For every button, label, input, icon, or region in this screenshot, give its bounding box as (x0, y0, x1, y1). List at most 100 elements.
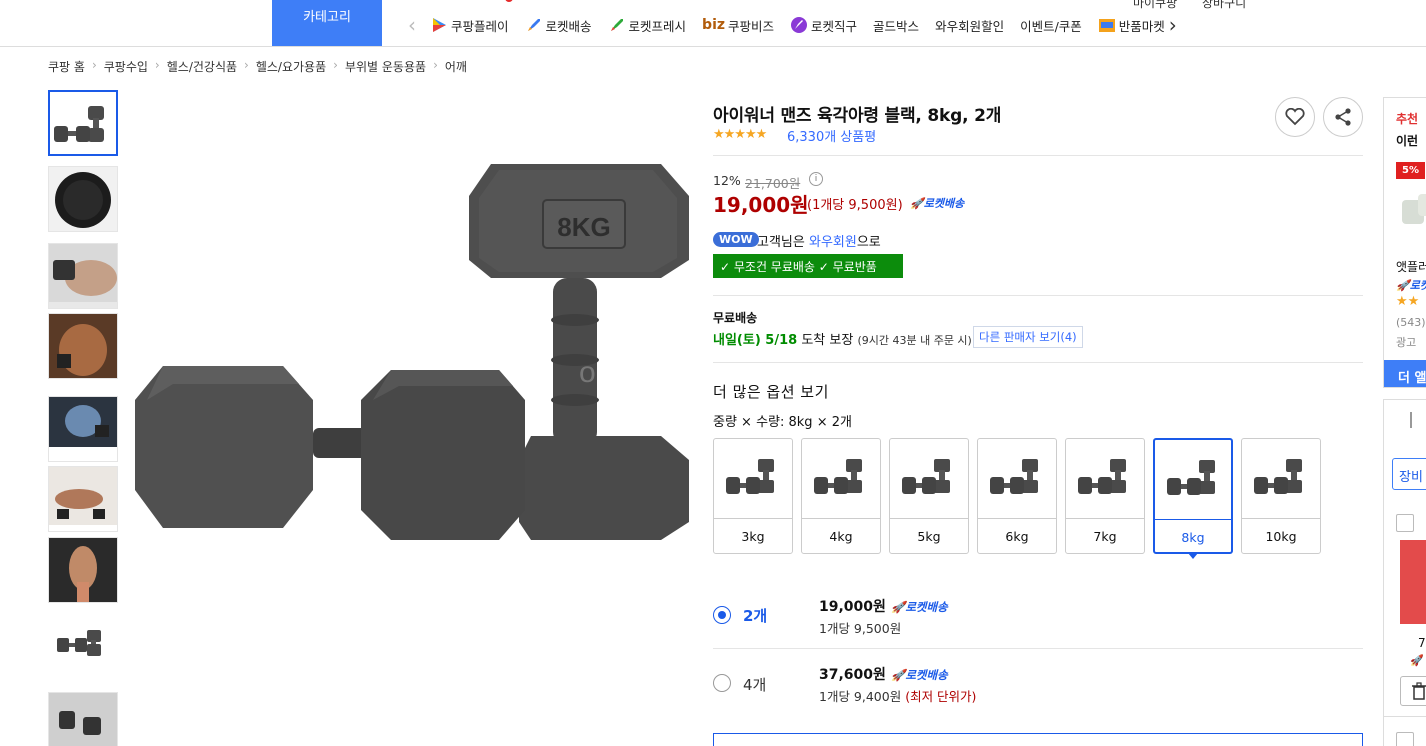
nav-item-rocket-fresh[interactable]: 로켓프레시 (608, 16, 686, 35)
cart-button[interactable]: 장비 (1392, 458, 1426, 490)
rec-item-name[interactable]: 앳플러 (1396, 258, 1426, 275)
rec-item-image[interactable] (1398, 190, 1426, 234)
cart-link[interactable]: 장바구니 (1202, 0, 1246, 11)
divider (713, 362, 1363, 363)
nav-item-rocket-delivery[interactable]: 로켓배송 (525, 16, 592, 35)
thumbnail-8[interactable] (48, 613, 118, 679)
share-icon (1335, 108, 1351, 126)
weight-option-6kg[interactable]: 6kg (977, 438, 1057, 554)
share-button[interactable] (1323, 97, 1363, 137)
more-recommend-button[interactable]: 더 앨 (1384, 360, 1426, 387)
thumbnail-6[interactable] (48, 466, 118, 532)
dumbbell-thumb-image (54, 106, 104, 142)
nav-item-goldbox[interactable]: 골드박스 (873, 16, 919, 35)
rocket-label: 로켓배송 (923, 197, 965, 210)
nav-item-rocket-global[interactable]: 로켓직구 (790, 16, 857, 35)
cart-item-image[interactable] (1400, 540, 1426, 624)
thumbnail-4[interactable] (48, 313, 118, 379)
wow-badge: WOW (713, 232, 759, 247)
weight-option-4kg[interactable]: 4kg (801, 438, 881, 554)
globe-rocket-icon (790, 16, 808, 34)
more-options-heading: 더 많은 옵션 보기 (713, 383, 829, 401)
rocket-delivery-badge: 🚀로켓배송 (891, 668, 948, 682)
discount-rate: 12% (713, 173, 741, 188)
nav-item-wow-discount[interactable]: 와우회원할인 (935, 16, 1004, 35)
breadcrumb-item[interactable]: 어깨 (445, 58, 467, 75)
wow-member-link[interactable]: 와우회원 (809, 235, 857, 250)
weight-option-3kg[interactable]: 3kg (713, 438, 793, 554)
thumbnail-7[interactable] (48, 537, 118, 603)
review-count-link[interactable]: 6,330개 상품평 (787, 126, 876, 145)
breadcrumb-item[interactable]: 부위별 운동용품 (345, 58, 426, 75)
weight-option-5kg[interactable]: 5kg (889, 438, 969, 554)
divider (713, 648, 1363, 649)
arm-lifting-image (49, 244, 117, 302)
unit-price-text: 1개당 9,400원 (819, 689, 902, 704)
weight-option-7kg[interactable]: 7kg (1065, 438, 1145, 554)
shipping-label: 무료배송 (713, 311, 758, 325)
dumbbell-top-image (55, 172, 111, 228)
thumbnail-2[interactable] (48, 166, 118, 232)
thumbnail-3[interactable] (48, 243, 118, 309)
breadcrumb-item[interactable]: 헬스/요가용품 (256, 58, 326, 75)
breadcrumb-item[interactable]: 헬스/건강식품 (167, 58, 237, 75)
quantity-price: 19,000원 (819, 599, 886, 615)
nav-item-label: 이벤트/쿠폰 (1020, 18, 1082, 34)
select-checkbox[interactable] (1396, 514, 1414, 532)
nav-prev-icon[interactable]: ‹ (408, 13, 430, 37)
quantity-unit-price: 1개당 9,400원 (최저 단위가) (819, 686, 976, 705)
heart-icon (1285, 108, 1305, 126)
weight-embossing: 8KG (557, 212, 610, 242)
thumbnail-1[interactable] (48, 90, 118, 156)
nav-item-coupang-play[interactable]: 쿠팡플레이 (430, 16, 509, 35)
rec-subtitle: 이런 (1396, 134, 1419, 148)
nav-item-events-coupons[interactable]: 이벤트/쿠폰 (1020, 16, 1082, 35)
delete-button[interactable] (1400, 676, 1426, 706)
info-icon[interactable]: i (809, 172, 823, 186)
breadcrumb-item[interactable]: 쿠팡수입 (104, 58, 148, 75)
chevron-right-icon: › (154, 58, 160, 72)
quantity-radio-4[interactable] (713, 674, 731, 692)
thumbnail-9[interactable] (48, 692, 118, 746)
select-checkbox[interactable] (1396, 732, 1414, 746)
category-button[interactable]: 카테고리 (272, 0, 382, 46)
chevron-right-icon: › (433, 58, 438, 72)
category-nav: ‹ 쿠팡플레이 로켓배송 로켓프레시 biz 쿠팡비즈 로켓직구 골드박스 와우… (408, 13, 1177, 37)
weight-option-label: 5kg (917, 529, 941, 544)
hex-dumbbell-illustration: 8KG o (135, 164, 689, 540)
mypage-link[interactable]: 마이쿠팡 (1133, 0, 1177, 11)
weight-option-label: 3kg (741, 529, 765, 544)
other-sellers-button[interactable]: 다른 판매자 보기(4) (973, 326, 1083, 348)
weight-option-label: 6kg (1005, 529, 1029, 544)
arrival-deadline: (9시간 43분 내 주문 시) (857, 334, 972, 347)
weight-option-image (1155, 440, 1231, 520)
weight-option-image (1242, 439, 1320, 519)
lowest-unit-note: (최저 단위가) (905, 689, 977, 704)
quantity-price-row: 19,000원 🚀로켓배송 (819, 596, 948, 616)
rocket-delivery-badge: 🚀로켓배송 (891, 600, 948, 614)
weight-option-label: 4kg (829, 529, 853, 544)
rating-stars: ★★ (1396, 294, 1420, 309)
ad-label: 광고 (1396, 336, 1417, 349)
wishlist-button[interactable] (1275, 97, 1315, 137)
purchase-panel (713, 733, 1363, 746)
play-icon (430, 16, 448, 34)
nav-item-return-market[interactable]: 반품마켓 (1098, 16, 1165, 35)
rec-title: 추천 (1396, 112, 1419, 126)
quantity-radio-2[interactable] (713, 606, 731, 624)
thumbnail-5[interactable] (48, 396, 118, 462)
weight-option-image (890, 439, 968, 519)
cart-item-price: 7, (1418, 636, 1426, 650)
divider (713, 155, 1363, 156)
breadcrumb: 쿠팡 홈 › 쿠팡수입 › 헬스/건강식품 › 헬스/요가용품 › 부위별 운동용품 › … (48, 58, 467, 75)
chevron-right-icon: › (244, 58, 249, 72)
nav-item-coupang-biz[interactable]: biz 쿠팡비즈 (702, 16, 774, 35)
weight-option-10kg[interactable]: 10kg (1241, 438, 1321, 554)
chevron-right-icon: › (333, 58, 338, 72)
breadcrumb-item[interactable]: 쿠팡 홈 (48, 58, 85, 75)
main-product-image[interactable]: 8KG o (133, 160, 693, 580)
nav-next-icon[interactable]: › (1169, 13, 1177, 37)
trash-icon (1412, 682, 1426, 700)
sale-price: 19,000원 (713, 193, 809, 217)
weight-option-8kg[interactable]: 8kg (1153, 438, 1233, 554)
